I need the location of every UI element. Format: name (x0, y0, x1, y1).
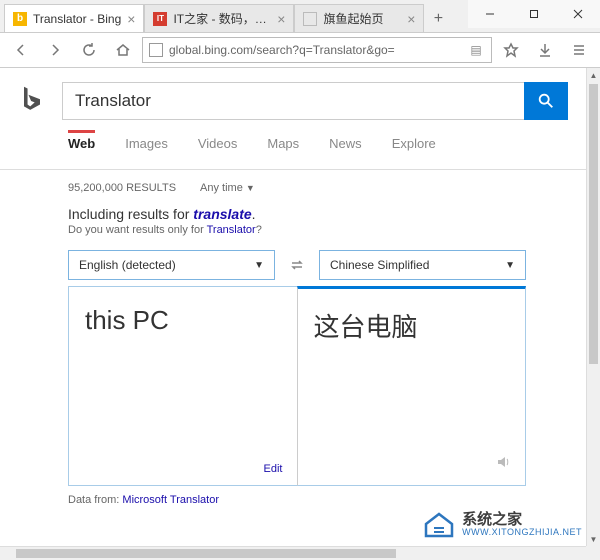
browser-tab-active[interactable]: b Translator - Bing × (4, 4, 144, 32)
download-button[interactable] (530, 35, 560, 65)
chevron-down-icon: ▼ (254, 260, 264, 271)
did-you-mean-sub: Do you want results only for Translator? (0, 224, 586, 250)
address-bar[interactable]: global.bing.com/search?q=Translator&go= … (142, 37, 492, 63)
target-lang-select[interactable]: Chinese Simplified ▼ (319, 250, 526, 280)
scroll-down-icon[interactable]: ▼ (587, 532, 600, 546)
horizontal-scrollbar[interactable] (0, 546, 586, 560)
source-pane[interactable]: this PC Edit (68, 286, 297, 486)
nav-tab-maps[interactable]: Maps (267, 130, 299, 161)
scroll-thumb[interactable] (16, 549, 396, 558)
tab-title: Translator - Bing (33, 12, 121, 26)
time-filter[interactable]: Any time▼ (200, 182, 255, 194)
watermark-icon (422, 510, 456, 540)
window-controls (468, 0, 600, 28)
chevron-down-icon: ▼ (505, 260, 515, 271)
search-nav-tabs: Web Images Videos Maps News Explore (0, 130, 586, 170)
lang-row: English (detected) ▼ Chinese Simplified … (68, 250, 526, 280)
address-text: global.bing.com/search?q=Translator&go= (169, 43, 467, 57)
bing-favicon: b (13, 12, 27, 26)
search-wrap (62, 82, 568, 120)
source-text: this PC (85, 305, 281, 336)
nav-tab-web[interactable]: Web (68, 130, 95, 161)
translator-widget: English (detected) ▼ Chinese Simplified … (68, 250, 526, 486)
bing-logo (18, 85, 46, 117)
vertical-scrollbar[interactable]: ▲ ▼ (586, 68, 600, 546)
search-input[interactable] (62, 82, 524, 120)
search-button[interactable] (524, 82, 568, 120)
new-tab-button[interactable]: + (424, 6, 452, 32)
close-tab-icon[interactable]: × (401, 11, 415, 27)
minimize-button[interactable] (468, 0, 512, 28)
chevron-down-icon: ▼ (246, 183, 255, 193)
target-text: 这台电脑 (314, 307, 510, 344)
tab-title: IT之家 - 数码，科技 (173, 10, 271, 27)
bookmark-button[interactable] (496, 35, 526, 65)
bing-header (0, 68, 586, 130)
did-you-mean: Including results for translate. (0, 198, 586, 224)
source-lang-select[interactable]: English (detected) ▼ (68, 250, 275, 280)
tab-title: 旗鱼起始页 (323, 10, 383, 27)
close-tab-icon[interactable]: × (121, 11, 135, 27)
close-window-button[interactable] (556, 0, 600, 28)
page-favicon (303, 12, 317, 26)
nav-tab-images[interactable]: Images (125, 130, 168, 161)
watermark: 系统之家 WWW.XITONGZHIJIA.NET (422, 510, 582, 540)
ms-translator-link[interactable]: Microsoft Translator (122, 494, 219, 506)
watermark-cn: 系统之家 (462, 512, 582, 529)
maximize-button[interactable] (512, 0, 556, 28)
reader-icon[interactable]: ▤ (467, 43, 485, 57)
watermark-en: WWW.XITONGZHIJIA.NET (462, 528, 582, 538)
close-tab-icon[interactable]: × (271, 11, 285, 27)
target-pane: 这台电脑 (297, 286, 527, 486)
page-content: Web Images Videos Maps News Explore 95,2… (0, 68, 586, 546)
results-count: 95,200,000 RESULTS (68, 182, 176, 194)
back-button[interactable] (6, 35, 36, 65)
scroll-up-icon[interactable]: ▲ (587, 68, 600, 82)
speaker-icon[interactable] (495, 454, 511, 475)
scroll-thumb[interactable] (589, 84, 598, 364)
dym-original-link[interactable]: Translator (207, 224, 256, 236)
translation-panes: this PC Edit 这台电脑 (68, 286, 526, 486)
browser-toolbar: global.bing.com/search?q=Translator&go= … (0, 32, 600, 68)
reload-button[interactable] (74, 35, 104, 65)
browser-tab[interactable]: IT IT之家 - 数码，科技 × (144, 4, 294, 32)
nav-tab-news[interactable]: News (329, 130, 362, 161)
nav-tab-videos[interactable]: Videos (198, 130, 238, 161)
edit-link[interactable]: Edit (264, 463, 283, 475)
ithome-favicon: IT (153, 12, 167, 26)
forward-button[interactable] (40, 35, 70, 65)
results-meta: 95,200,000 RESULTS Any time▼ (0, 170, 586, 198)
menu-button[interactable] (564, 35, 594, 65)
swap-languages-button[interactable] (285, 253, 309, 277)
nav-tab-explore[interactable]: Explore (392, 130, 436, 161)
page-icon (149, 43, 163, 57)
browser-tab[interactable]: 旗鱼起始页 × (294, 4, 424, 32)
home-button[interactable] (108, 35, 138, 65)
dym-link[interactable]: translate (193, 206, 251, 222)
